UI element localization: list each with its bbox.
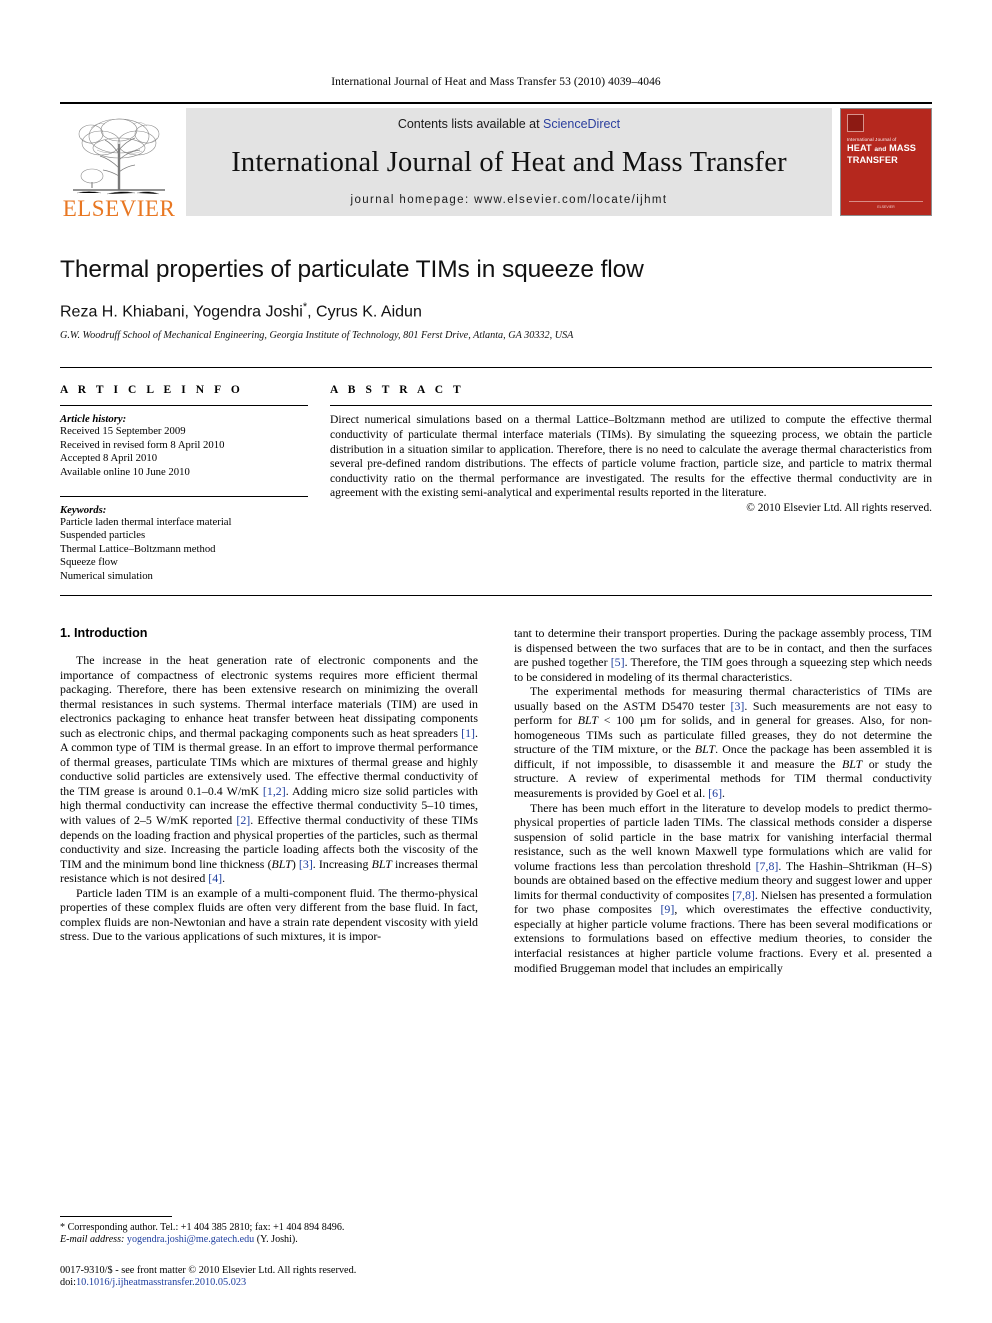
keywords-list: Particle laden thermal interface materia… [60, 516, 308, 583]
article-history-list: Received 15 September 2009 Received in r… [60, 425, 308, 479]
cover-title-mass: MASS [889, 143, 917, 153]
cover-title-transfer: TRANSFER [847, 155, 898, 165]
cover-elsevier-icon [847, 114, 864, 132]
citation-link[interactable]: [3] [299, 857, 313, 871]
title-block: Thermal properties of particulate TIMs i… [60, 256, 932, 341]
sciencedirect-link[interactable]: ScienceDirect [543, 117, 620, 131]
article-page: International Journal of Heat and Mass T… [0, 0, 992, 1323]
cover-title-heat: HEAT [847, 143, 872, 153]
citation-link[interactable]: [1,2] [263, 784, 286, 798]
author-list: Reza H. Khiabani, Yogendra Joshi*, Cyrus… [60, 301, 932, 321]
keyword-item: Particle laden thermal interface materia… [60, 515, 232, 528]
email-owner: (Y. Joshi). [256, 1234, 298, 1246]
journal-homepage[interactable]: journal homepage: www.elsevier.com/locat… [350, 194, 667, 206]
keywords-divider [60, 495, 308, 497]
abstract-divider [330, 405, 932, 407]
cover-small-line: International Journal of [847, 137, 897, 142]
keywords-heading: Keywords: [60, 503, 107, 516]
paragraph: There has been much effort in the litera… [514, 800, 932, 975]
elsevier-logo: ELSEVIER [60, 104, 178, 222]
citation-link[interactable]: [4] [208, 871, 222, 885]
keyword-item: Numerical simulation [60, 569, 153, 582]
journal-title: International Journal of Heat and Mass T… [231, 146, 787, 178]
email-link[interactable]: yogendra.joshi@me.gatech.edu [127, 1234, 254, 1245]
contents-available-line: Contents lists available at ScienceDirec… [398, 117, 620, 131]
paragraph: The experimental methods for measuring t… [514, 684, 932, 800]
citation-link[interactable]: [1] [461, 726, 475, 740]
history-item: Available online 10 June 2010 [60, 465, 190, 478]
info-abstract-row: A R T I C L E I N F O Article history: R… [60, 367, 932, 583]
citation-link[interactable]: [9] [660, 902, 674, 916]
article-info-divider [60, 405, 308, 407]
author-affiliation: G.W. Woodruff School of Mechanical Engin… [60, 330, 574, 342]
abstract-bottom-divider [60, 594, 932, 596]
cover-title-and: and [874, 146, 887, 153]
email-note: E-mail address: yogendra.joshi@me.gatech… [60, 1234, 492, 1246]
abstract-text: Direct numerical simulations based on a … [330, 413, 932, 500]
running-head: International Journal of Heat and Mass T… [331, 76, 661, 88]
elsevier-tree-icon [67, 110, 171, 196]
article-body: 1. Introduction The increase in the heat… [60, 626, 932, 975]
cover-title: HEAT and MASS TRANSFER [847, 143, 916, 165]
article-info-label: A R T I C L E I N F O [60, 384, 244, 397]
history-item: Received in revised form 8 April 2010 [60, 438, 225, 451]
doi-label: doi: [60, 1277, 77, 1289]
issn-copyright-block: 0017-9310/$ - see front matter © 2010 El… [60, 1265, 492, 1290]
citation-link[interactable]: [7,8] [756, 859, 779, 873]
section-heading-introduction: 1. Introduction [60, 625, 148, 640]
paragraph: tant to determine their transport proper… [514, 625, 933, 684]
footnote-area: * Corresponding author. Tel.: +1 404 385… [60, 1216, 492, 1290]
journal-cover-thumbnail: International Journal of HEAT and MASS T… [840, 108, 932, 216]
article-info-column: A R T I C L E I N F O Article history: R… [60, 384, 308, 583]
keyword-item: Squeeze flow [60, 556, 118, 569]
history-item: Accepted 8 April 2010 [60, 452, 158, 465]
corresponding-author-note: * Corresponding author. Tel.: +1 404 385… [60, 1222, 345, 1233]
elsevier-wordmark: ELSEVIER [62, 196, 176, 221]
citation-link[interactable]: [6] [708, 786, 722, 800]
keyword-item: Suspended particles [60, 529, 146, 542]
contents-prefix: Contents lists available at [397, 117, 544, 131]
contents-banner: Contents lists available at ScienceDirec… [186, 108, 832, 216]
abstract-column: A B S T R A C T Direct numerical simulat… [330, 384, 932, 583]
journal-masthead: ELSEVIER Contents lists available at Sci… [60, 102, 932, 222]
doi-line: doi:10.1016/j.ijheatmasstransfer.2010.05… [60, 1277, 492, 1290]
citation-link[interactable]: [5] [611, 655, 625, 669]
history-item: Received 15 September 2009 [60, 425, 186, 438]
citation-link[interactable]: [7,8] [732, 888, 755, 902]
citation-link[interactable]: [3] [731, 699, 745, 713]
citation-link[interactable]: [2] [236, 813, 250, 827]
keyword-item: Thermal Lattice–Boltzmann method [60, 542, 216, 555]
email-label: E-mail address: [60, 1234, 125, 1246]
authors-tail: , Cyrus K. Aidun [307, 303, 422, 321]
abstract-copyright: © 2010 Elsevier Ltd. All rights reserved… [746, 501, 932, 514]
cover-divider [849, 201, 923, 202]
issn-line: 0017-9310/$ - see front matter © 2010 El… [60, 1264, 357, 1276]
keywords-block: Keywords: Particle laden thermal interfa… [60, 495, 308, 583]
abstract-label: A B S T R A C T [330, 384, 465, 397]
doi-link[interactable]: 10.1016/j.ijheatmasstransfer.2010.05.023 [76, 1277, 246, 1288]
footnote-divider [60, 1216, 172, 1217]
body-column-left: 1. Introduction The increase in the heat… [60, 626, 478, 975]
body-column-right: tant to determine their transport proper… [514, 626, 932, 975]
authors-main: Reza H. Khiabani, Yogendra Joshi [60, 303, 303, 321]
paragraph: Particle laden TIM is an example of a mu… [60, 885, 478, 944]
paragraph: The increase in the heat generation rate… [60, 652, 479, 886]
article-history-heading: Article history: [60, 413, 127, 426]
cover-footer-logo: ELSEVIER [877, 205, 895, 209]
page-title: Thermal properties of particulate TIMs i… [60, 256, 644, 283]
